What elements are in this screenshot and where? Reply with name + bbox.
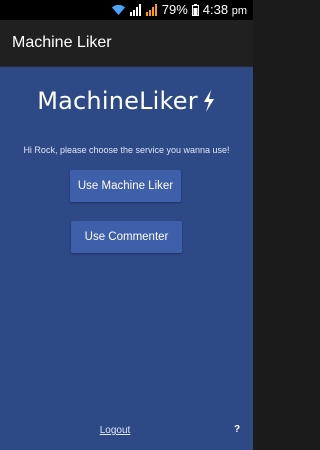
greeting-text: Hi Rock, please choose the service you w… bbox=[23, 145, 230, 155]
use-machine-liker-button[interactable]: Use Machine Liker bbox=[70, 170, 181, 202]
clock-time: 4:38 bbox=[202, 1, 229, 17]
main-content: MachineLiker Hi Rock, please choose the … bbox=[0, 67, 253, 450]
help-button[interactable]: ? bbox=[232, 424, 242, 435]
signal-icon-2 bbox=[145, 4, 157, 16]
logout-link[interactable]: Logout bbox=[0, 425, 230, 436]
battery-icon bbox=[191, 4, 199, 16]
clock-suffix: pm bbox=[231, 4, 247, 17]
logo-text: MachineLiker bbox=[37, 87, 198, 115]
wifi-icon bbox=[111, 4, 125, 15]
status-bar: 79% 4:38 pm bbox=[0, 0, 253, 20]
screen: 79% 4:38 pm Machine Liker MachineLiker H… bbox=[0, 0, 253, 450]
app-logo: MachineLiker bbox=[0, 87, 253, 115]
action-bar: Machine Liker bbox=[0, 20, 253, 67]
signal-icon bbox=[129, 4, 141, 16]
clock: 4:38 pm bbox=[203, 1, 247, 20]
lightning-bolt-icon bbox=[203, 90, 214, 112]
battery-percent: 79% bbox=[161, 2, 188, 17]
use-commenter-button[interactable]: Use Commenter bbox=[71, 221, 182, 253]
status-icons: 79% 4:38 pm bbox=[111, 1, 247, 19]
app-title: Machine Liker bbox=[12, 34, 112, 51]
